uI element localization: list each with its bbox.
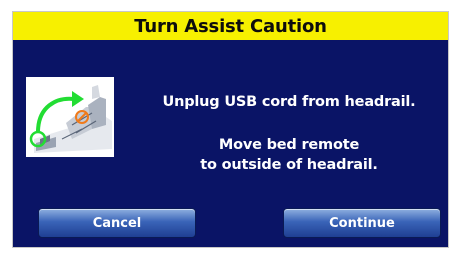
bed-remote-instruction-line-2: to outside of headrail. xyxy=(200,157,378,173)
turn-assist-caution-screen: Turn Assist Caution Unplug USB cord from… xyxy=(12,11,449,248)
bed-remote-instruction-line-1: Move bed remote xyxy=(218,137,360,153)
cancel-button[interactable]: Cancel xyxy=(38,208,196,238)
bed-remote-instruction: Move bed remote to outside of headrail. xyxy=(139,135,439,175)
headrail-usb-illustration xyxy=(26,77,114,157)
dialog-title: Turn Assist Caution xyxy=(13,12,448,40)
usb-cord-instruction: Unplug USB cord from headrail. xyxy=(162,94,416,110)
continue-button[interactable]: Continue xyxy=(283,208,441,238)
